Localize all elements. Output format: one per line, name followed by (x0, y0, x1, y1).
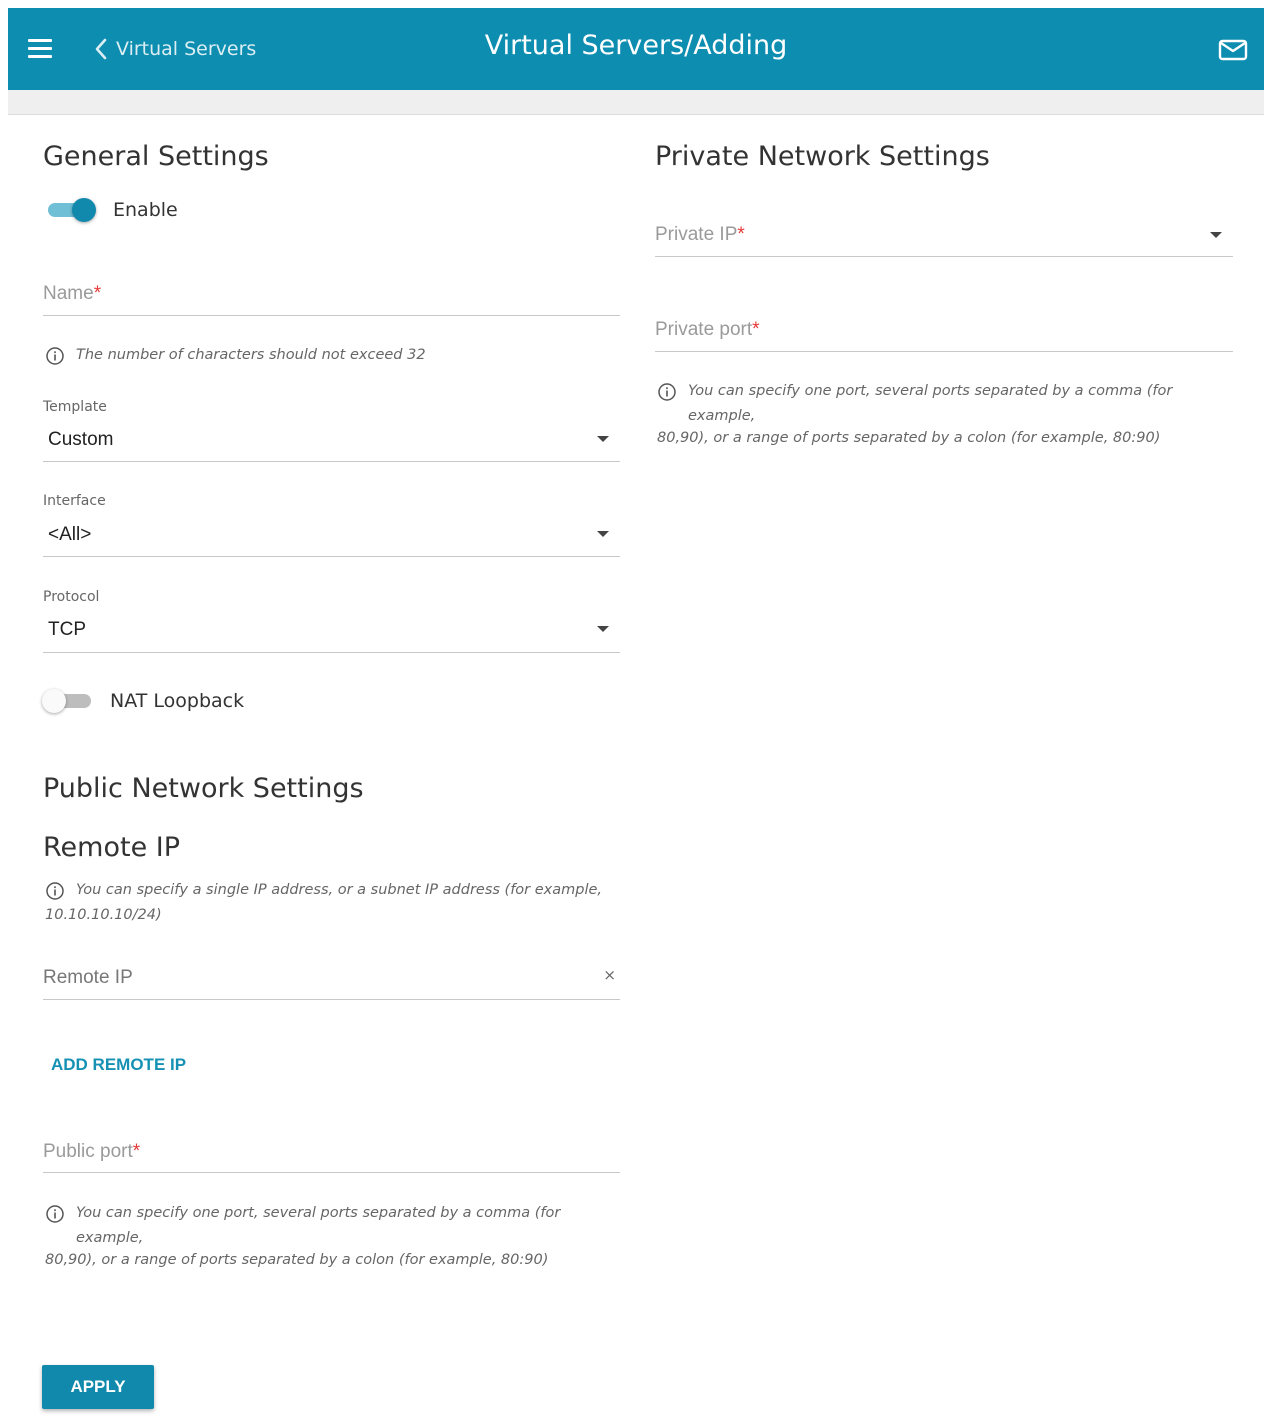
name-field[interactable]: Name* (43, 275, 620, 316)
info-icon (46, 1205, 64, 1223)
remote-ip-hint: You can specify a single IP address, or … (45, 882, 603, 923)
private-port-field[interactable]: Private port* (655, 311, 1233, 352)
public-port-placeholder: Public port (43, 1141, 133, 1162)
template-label: Template (43, 399, 107, 415)
info-icon (658, 383, 676, 401)
template-select[interactable]: Template Custom (43, 397, 620, 462)
remote-ip-title: Remote IP (43, 832, 181, 863)
protocol-label: Protocol (43, 589, 100, 605)
required-mark: * (132, 1141, 141, 1162)
general-settings-title: General Settings (43, 141, 269, 172)
remote-ip-placeholder: Remote IP (43, 967, 133, 988)
remote-ip-field[interactable]: Remote IP × (43, 959, 620, 1000)
top-bar: Virtual Servers Virtual Servers/Adding (8, 8, 1264, 90)
enable-label: Enable (113, 199, 178, 221)
apply-button[interactable]: APPLY (42, 1365, 154, 1409)
private-port-placeholder: Private port (655, 319, 753, 340)
info-icon (46, 882, 64, 900)
info-icon (46, 347, 64, 365)
nat-loopback-label: NAT Loopback (110, 690, 245, 712)
interface-label: Interface (43, 493, 106, 509)
public-port-hint: You can specify one port, several ports … (45, 1205, 561, 1268)
name-placeholder: Name (43, 283, 94, 304)
private-ip-placeholder: Private IP (655, 224, 738, 245)
interface-select[interactable]: Interface <All> (43, 491, 620, 557)
private-port-hint: You can specify one port, several ports … (657, 383, 1173, 446)
enable-toggle[interactable]: Enable (48, 198, 178, 222)
chevron-down-icon (597, 626, 609, 632)
required-mark: * (93, 283, 102, 304)
page-title: Virtual Servers/Adding (484, 30, 788, 61)
mail-icon[interactable] (1218, 38, 1248, 62)
required-mark: * (737, 224, 745, 245)
clear-icon[interactable]: × (603, 966, 616, 984)
chevron-down-icon (597, 531, 609, 537)
private-ip-select[interactable]: Private IP* (655, 216, 1233, 257)
protocol-select[interactable]: Protocol TCP (43, 587, 620, 653)
chevron-down-icon (1210, 232, 1222, 238)
public-network-title: Public Network Settings (43, 773, 364, 804)
private-network-title: Private Network Settings (655, 141, 990, 172)
nat-loopback-toggle[interactable]: NAT Loopback (42, 689, 245, 713)
add-remote-ip-button[interactable]: ADD REMOTE IP (51, 1055, 186, 1075)
public-port-field[interactable]: Public port* (43, 1133, 620, 1173)
template-value: Custom (48, 429, 114, 450)
protocol-value: TCP (48, 619, 86, 640)
interface-value: <All> (48, 524, 92, 545)
name-hint: The number of characters should not exce… (45, 346, 426, 368)
chevron-down-icon (597, 436, 609, 442)
header-divider (8, 90, 1264, 115)
required-mark: * (752, 319, 760, 340)
